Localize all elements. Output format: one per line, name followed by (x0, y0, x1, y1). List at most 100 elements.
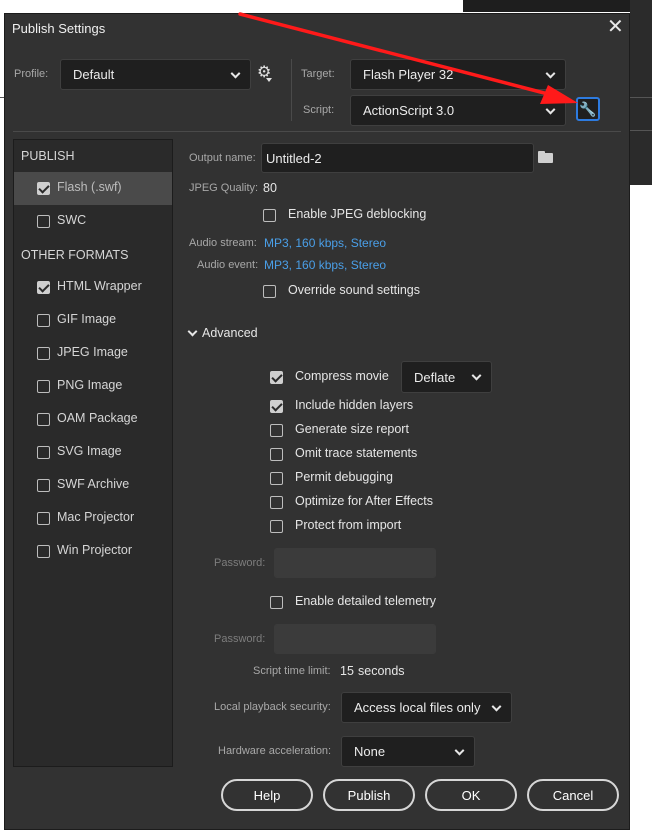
background-panel-edge (630, 0, 652, 185)
hardware-acceleration-dropdown[interactable]: None (341, 736, 475, 767)
publish-settings-dialog: Publish Settings ✕ Profile: Default ⚙ Ta… (4, 13, 630, 830)
audio-event-link[interactable]: MP3, 160 kbps, Stereo (264, 258, 386, 272)
sidebar-item-win-projector[interactable]: Win Projector (14, 535, 172, 568)
target-value: Flash Player 32 (363, 67, 454, 82)
generate-size-report-checkbox[interactable] (270, 424, 283, 437)
chevron-down-icon (491, 701, 502, 712)
script-time-limit-label: Script time limit: (253, 665, 331, 677)
audio-stream-link[interactable]: MP3, 160 kbps, Stereo (264, 236, 386, 250)
chevron-down-icon (545, 68, 556, 79)
format-sidebar: PUBLISH Flash (.swf) SWC OTHER FORMATS H… (13, 139, 173, 767)
output-name-input[interactable]: Untitled-2 (261, 143, 534, 173)
sidebar-item-jpeg-image[interactable]: JPEG Image (14, 337, 172, 370)
script-dropdown[interactable]: ActionScript 3.0 (350, 95, 566, 126)
advanced-section-toggle[interactable]: Advanced (202, 326, 258, 340)
gear-menu-arrow-icon (266, 78, 272, 82)
sidebar-item-svg-image[interactable]: SVG Image (14, 436, 172, 469)
include-hidden-layers-checkbox[interactable] (270, 400, 283, 413)
sidebar-item-oam-package[interactable]: OAM Package (14, 403, 172, 436)
png-image-checkbox[interactable] (37, 380, 50, 393)
sidebar-item-html-wrapper[interactable]: HTML Wrapper (14, 271, 172, 304)
horizontal-divider (13, 131, 621, 132)
close-icon[interactable]: ✕ (607, 17, 624, 37)
compress-movie-label: Compress movie (295, 369, 389, 383)
sidebar-item-swf-archive[interactable]: SWF Archive (14, 469, 172, 502)
sidebar-item-mac-projector[interactable]: Mac Projector (14, 502, 172, 535)
chevron-down-icon (454, 745, 465, 756)
mac-projector-checkbox[interactable] (37, 512, 50, 525)
compress-movie-checkbox[interactable] (270, 371, 283, 384)
oam-package-checkbox[interactable] (37, 413, 50, 426)
profile-value: Default (73, 67, 115, 82)
ok-button[interactable]: OK (425, 779, 517, 811)
cancel-button[interactable]: Cancel (527, 779, 619, 811)
optimize-after-effects-checkbox[interactable] (270, 496, 283, 509)
sidebar-item-label: SWF Archive (57, 477, 130, 491)
folder-icon[interactable] (538, 151, 554, 163)
generate-size-report-label: Generate size report (295, 422, 409, 436)
chevron-down-icon (545, 104, 556, 115)
import-password-input (274, 548, 436, 578)
local-playback-label: Local playback security: (214, 701, 331, 713)
compression-value: Deflate (414, 369, 456, 385)
sidebar-item-label: PNG Image (57, 378, 123, 392)
background-divider (630, 130, 652, 131)
protect-from-import-checkbox[interactable] (270, 520, 283, 533)
chevron-down-icon (230, 68, 241, 79)
win-projector-checkbox[interactable] (37, 545, 50, 558)
profile-dropdown[interactable]: Default (60, 59, 251, 90)
output-name-label: Output name: (189, 152, 256, 164)
svg-image-checkbox[interactable] (37, 446, 50, 459)
enable-telemetry-checkbox[interactable] (270, 596, 283, 609)
sidebar-item-flash-swf[interactable]: Flash (.swf) (14, 172, 172, 205)
background-divider (630, 97, 652, 98)
publish-button[interactable]: Publish (323, 779, 415, 811)
omit-trace-checkbox[interactable] (270, 448, 283, 461)
hardware-acceleration-label: Hardware acceleration: (218, 745, 332, 757)
actionscript-settings-button[interactable]: 🔧 (576, 97, 600, 121)
jpeg-quality-value[interactable]: 80 (263, 181, 277, 195)
permit-debugging-label: Permit debugging (295, 470, 393, 484)
publish-heading: PUBLISH (21, 149, 75, 163)
audio-stream-label: Audio stream: (189, 237, 257, 249)
sidebar-item-label: SWC (57, 213, 87, 227)
swc-checkbox[interactable] (37, 215, 50, 228)
target-dropdown[interactable]: Flash Player 32 (350, 59, 566, 90)
hardware-acceleration-value: None (354, 744, 386, 759)
profile-label: Profile: (14, 68, 49, 80)
sidebar-item-gif-image[interactable]: GIF Image (14, 304, 172, 337)
permit-debugging-checkbox[interactable] (270, 472, 283, 485)
enable-jpeg-deblocking-checkbox[interactable] (263, 209, 276, 222)
html-wrapper-checkbox[interactable] (37, 281, 50, 294)
background-window-strip (463, 0, 652, 12)
sidebar-item-png-image[interactable]: PNG Image (14, 370, 172, 403)
telemetry-password-label: Password: (214, 633, 266, 645)
help-button[interactable]: Help (221, 779, 313, 811)
compression-dropdown[interactable]: Deflate (401, 361, 492, 393)
enable-telemetry-label: Enable detailed telemetry (295, 594, 437, 608)
local-playback-dropdown[interactable]: Access local files only (341, 692, 512, 723)
sidebar-item-label: GIF Image (57, 312, 117, 326)
sidebar-item-label: Win Projector (57, 543, 133, 557)
jpeg-image-checkbox[interactable] (37, 347, 50, 360)
script-time-limit-value[interactable]: 15 (340, 664, 354, 678)
output-name-value: Untitled-2 (266, 150, 322, 166)
other-formats-heading: OTHER FORMATS (21, 248, 129, 262)
telemetry-password-input (274, 624, 436, 654)
import-password-label: Password: (214, 557, 266, 569)
local-playback-value: Access local files only (354, 700, 481, 715)
vertical-divider (291, 59, 292, 121)
audio-event-label: Audio event: (197, 259, 259, 271)
sidebar-item-label: SVG Image (57, 444, 122, 458)
wrench-icon: 🔧 (579, 100, 597, 117)
dialog-title: Publish Settings (12, 21, 106, 36)
sidebar-item-swc[interactable]: SWC (14, 205, 172, 238)
chevron-down-icon[interactable] (187, 326, 198, 337)
flash-swf-checkbox[interactable] (37, 182, 50, 195)
protect-from-import-label: Protect from import (295, 518, 402, 532)
script-label: Script: (303, 104, 335, 116)
target-label: Target: (301, 68, 335, 80)
override-sound-checkbox[interactable] (263, 285, 276, 298)
gif-image-checkbox[interactable] (37, 314, 50, 327)
swf-archive-checkbox[interactable] (37, 479, 50, 492)
